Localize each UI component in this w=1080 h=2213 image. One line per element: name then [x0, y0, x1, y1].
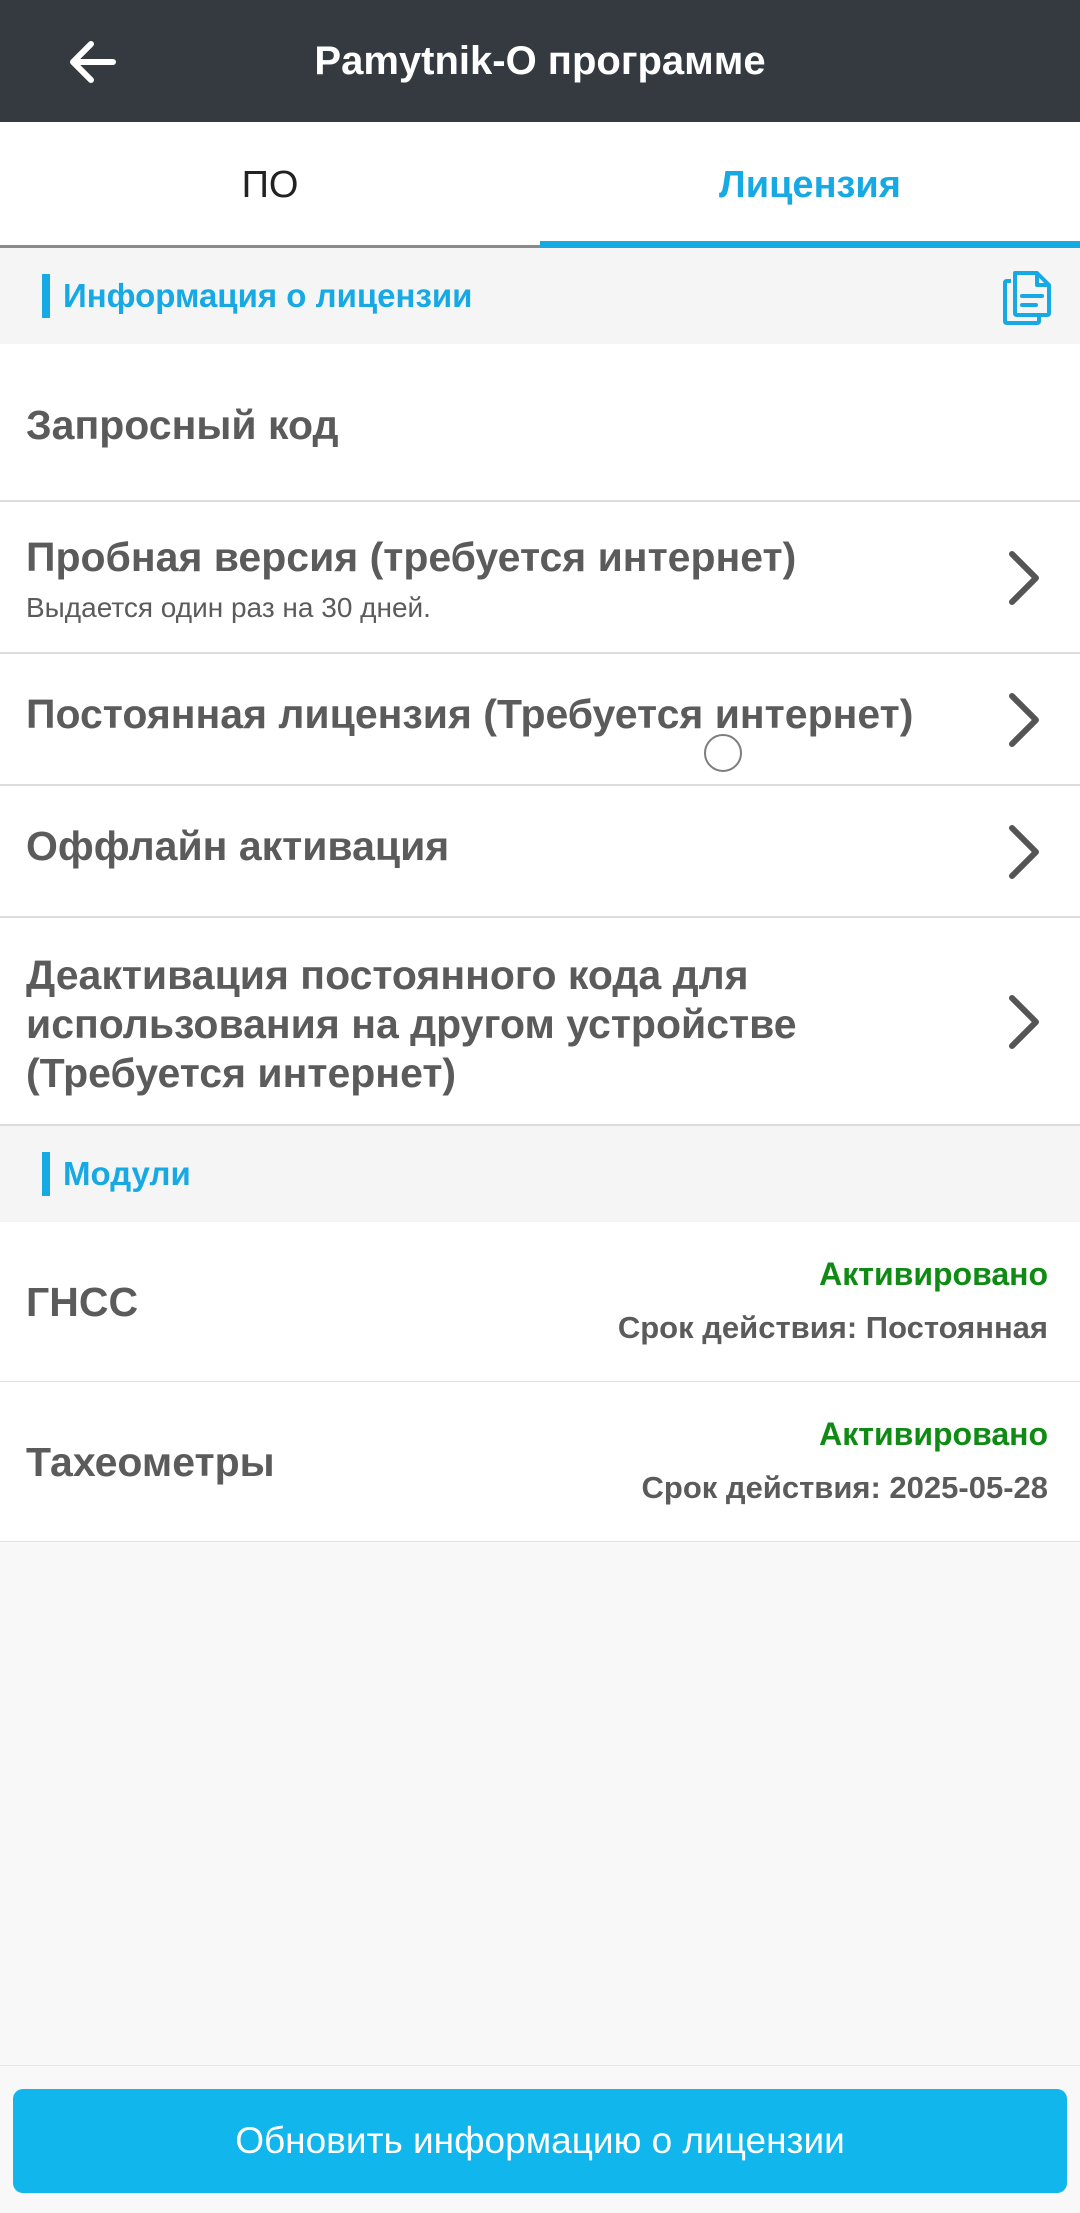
- copy-button[interactable]: [996, 266, 1060, 330]
- trial-license-label: Пробная версия (требуется интернет): [26, 534, 797, 580]
- chevron-right-icon: [1009, 825, 1039, 879]
- deactivation-label-line-1: Деактивация постоянного кода для: [26, 952, 749, 998]
- deactivation-row[interactable]: Деактивация постоянного кода для использ…: [0, 918, 1080, 1126]
- touch-indicator: [704, 734, 742, 772]
- module-status-badge: Активировано: [819, 1256, 1048, 1292]
- trial-license-subtitle: Выдается один раз на 30 дней.: [26, 592, 431, 623]
- tab-bar: ПО Лицензия: [0, 122, 1080, 248]
- offline-activation-row[interactable]: Оффлайн активация: [0, 786, 1080, 918]
- modules-section-title: Модули: [63, 1155, 191, 1192]
- trial-license-row[interactable]: Пробная версия (требуется интернет) Выда…: [0, 502, 1080, 654]
- modules-section-header: Модули: [0, 1126, 1080, 1223]
- active-tab-indicator: [540, 241, 1080, 248]
- module-name: Тахеометры: [26, 1438, 275, 1485]
- license-section-header: Информация о лицензии: [0, 248, 1080, 345]
- module-validity: Срок действия: Постоянная: [617, 1310, 1048, 1345]
- offline-activation-label: Оффлайн активация: [26, 823, 450, 869]
- chevron-right-icon: [1009, 693, 1039, 747]
- copy-document-icon: [1003, 271, 1051, 325]
- module-row-total-stations: Тахеометры Активировано Срок действия: 2…: [0, 1382, 1080, 1542]
- section-accent-bar: [42, 274, 50, 318]
- module-status-badge: Активировано: [819, 1416, 1048, 1452]
- section-accent-bar: [42, 1152, 50, 1196]
- module-validity: Срок действия: 2025-05-28: [641, 1470, 1049, 1505]
- request-code-label: Запросный код: [26, 402, 339, 448]
- arrow-left-icon: [70, 41, 116, 83]
- tab-software[interactable]: ПО: [0, 122, 540, 248]
- back-button[interactable]: [52, 22, 132, 102]
- deactivation-label-line-3: (Требуется интернет): [26, 1050, 457, 1096]
- module-row-gnss: ГНСС Активировано Срок действия: Постоян…: [0, 1222, 1080, 1382]
- license-section-title: Информация о лицензии: [63, 277, 473, 314]
- permanent-license-row[interactable]: Постоянная лицензия (Требуется интернет): [0, 654, 1080, 786]
- deactivation-label-line-2: использования на другом устройстве: [26, 1001, 797, 1047]
- request-code-row[interactable]: Запросный код: [0, 344, 1080, 502]
- footer: Обновить информацию о лицензии: [0, 2065, 1080, 2213]
- chevron-right-icon: [1009, 995, 1039, 1049]
- app-bar: Pamytnik-О программе: [0, 0, 1080, 122]
- page-title: Pamytnik-О программе: [314, 38, 766, 83]
- permanent-license-label: Постоянная лицензия (Требуется интернет): [26, 691, 914, 737]
- tab-license[interactable]: Лицензия: [540, 122, 1080, 248]
- chevron-right-icon: [1009, 551, 1039, 605]
- module-name: ГНСС: [26, 1278, 139, 1325]
- update-license-button[interactable]: Обновить информацию о лицензии: [13, 2089, 1067, 2193]
